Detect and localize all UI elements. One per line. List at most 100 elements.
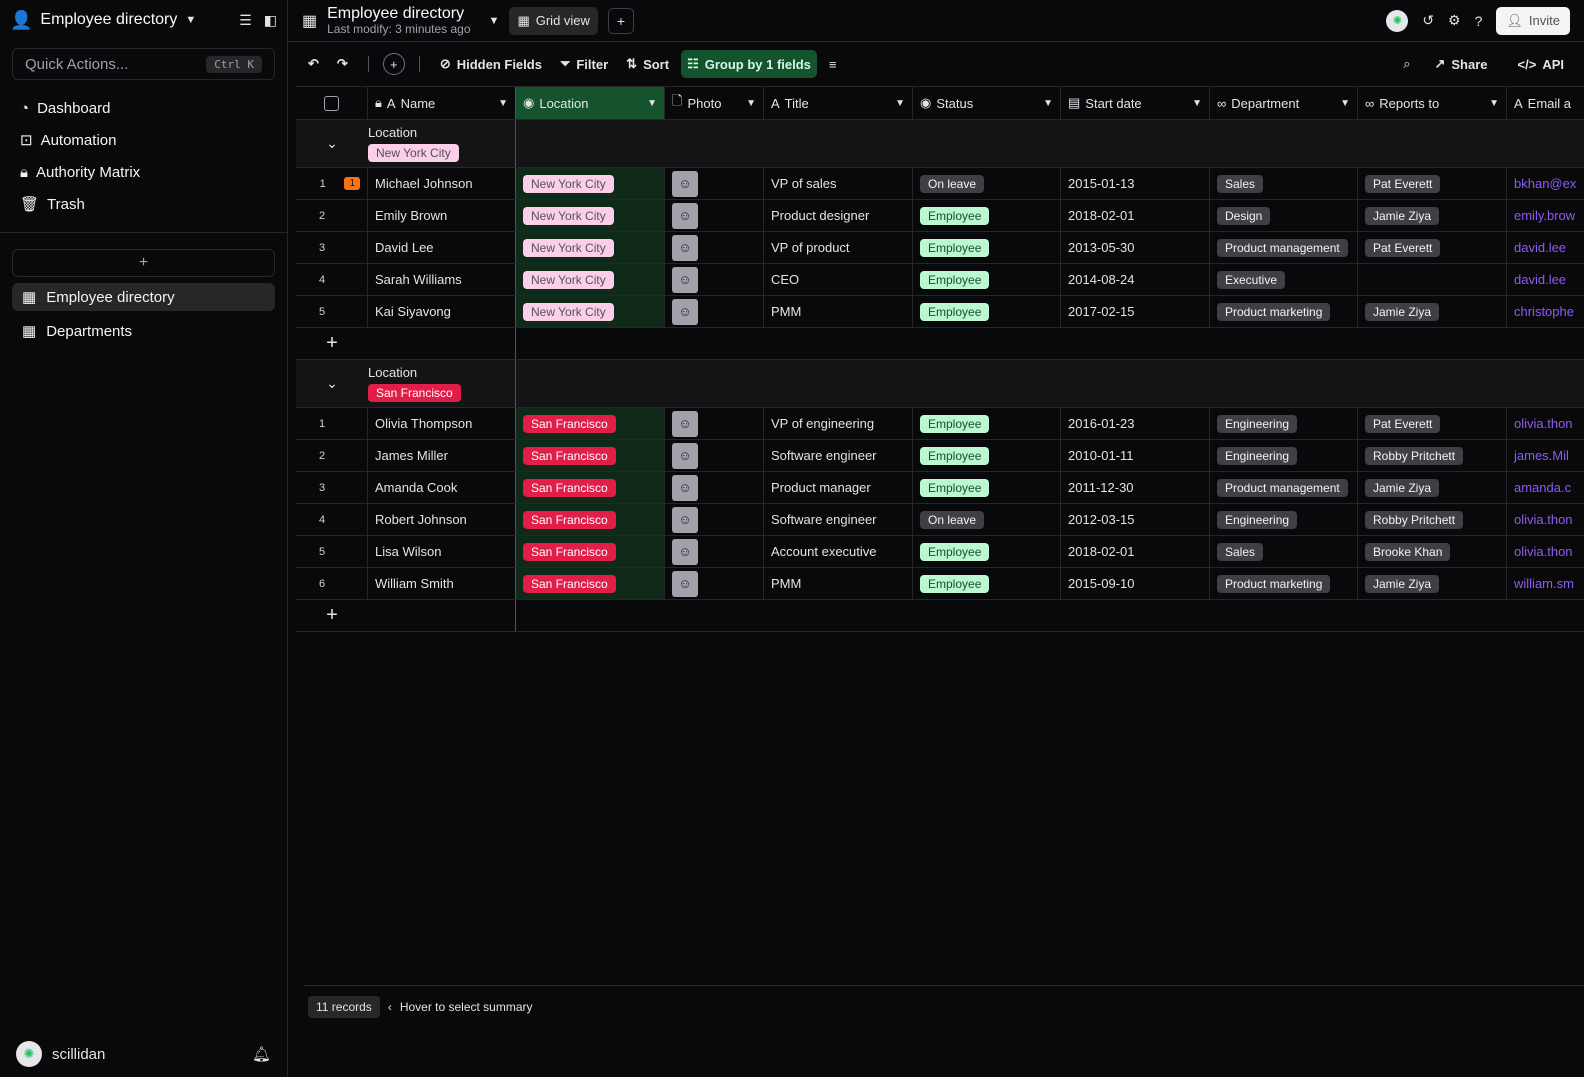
redo-button[interactable]: ↷: [331, 50, 354, 78]
api-button[interactable]: </> API: [1512, 50, 1570, 78]
photo-cell[interactable]: ☺: [665, 568, 764, 599]
search-icon[interactable]: ⌕: [1403, 56, 1410, 72]
chevron-down-icon[interactable]: ⌄: [296, 135, 368, 152]
table-row[interactable]: 3 Amanda Cook San Francisco ☺ Product manage…: [296, 472, 1584, 504]
row-height-button[interactable]: ≡: [823, 50, 843, 78]
add-record-button[interactable]: +: [382, 53, 405, 75]
photo-cell[interactable]: ☺: [665, 168, 764, 199]
table-row[interactable]: 2 Emily Brown New York City ☺ Product design…: [296, 200, 1584, 232]
undo-button[interactable]: ↶: [302, 50, 325, 78]
status-cell[interactable]: Employee: [913, 264, 1061, 295]
location-cell[interactable]: San Francisco: [516, 440, 665, 471]
username[interactable]: scillidan: [52, 1046, 105, 1063]
department-cell[interactable]: Product management: [1210, 232, 1358, 263]
reports-to-cell[interactable]: Jamie Ziya: [1358, 200, 1507, 231]
row-number-cell[interactable]: 5: [296, 536, 368, 567]
column-header-photo[interactable]: 🗋 Photo ▼: [665, 87, 764, 119]
location-cell[interactable]: New York City: [516, 168, 665, 199]
department-cell[interactable]: Engineering: [1210, 408, 1358, 439]
share-button[interactable]: ↗ Share: [1428, 50, 1493, 78]
reports-to-cell[interactable]: [1358, 264, 1507, 295]
employee-photo[interactable]: ☺: [672, 474, 698, 501]
employee-photo[interactable]: ☺: [672, 538, 698, 565]
employee-photo[interactable]: ☺: [672, 410, 698, 437]
email-cell[interactable]: amanda.c: [1507, 472, 1584, 503]
caret-down-icon[interactable]: ▼: [647, 98, 657, 109]
column-header-email[interactable]: A Email a: [1507, 87, 1584, 119]
status-cell[interactable]: Employee: [913, 440, 1061, 471]
employee-photo[interactable]: ☺: [672, 170, 698, 197]
email-cell[interactable]: christophe: [1507, 296, 1584, 327]
table-item-employee-directory[interactable]: ▦ Employee directory: [12, 283, 275, 311]
row-number-cell[interactable]: 3: [296, 232, 368, 263]
reports-to-cell[interactable]: Pat Everett: [1358, 168, 1507, 199]
name-cell[interactable]: David Lee: [368, 232, 516, 263]
quick-actions-input[interactable]: Quick Actions... Ctrl K: [12, 48, 275, 80]
start-date-cell[interactable]: 2011-12-30: [1061, 472, 1210, 503]
avatar[interactable]: ✺: [16, 1041, 42, 1067]
start-date-cell[interactable]: 2018-02-01: [1061, 200, 1210, 231]
base-avatar-icon[interactable]: 👤: [10, 10, 32, 31]
caret-down-icon[interactable]: ▼: [1192, 98, 1202, 109]
email-cell[interactable]: bkhan@ex: [1507, 168, 1584, 199]
reports-to-cell[interactable]: Brooke Khan: [1358, 536, 1507, 567]
record-count[interactable]: 11 records: [308, 995, 380, 1018]
status-cell[interactable]: Employee: [913, 296, 1061, 327]
title-cell[interactable]: Product manager: [764, 472, 913, 503]
start-date-cell[interactable]: 2018-02-01: [1061, 536, 1210, 567]
employee-photo[interactable]: ☺: [672, 298, 698, 325]
status-cell[interactable]: On leave: [913, 168, 1061, 199]
status-cell[interactable]: On leave: [913, 504, 1061, 535]
name-cell[interactable]: Kai Siyavong: [368, 296, 516, 327]
add-table-button[interactable]: +: [12, 249, 275, 277]
column-header-department[interactable]: ∞ Department ▼: [1210, 87, 1358, 119]
add-record-cell[interactable]: +: [296, 328, 516, 359]
column-header-title[interactable]: A Title ▼: [764, 87, 913, 119]
table-row[interactable]: 4 Sarah Williams New York City ☺ CEO Employee…: [296, 264, 1584, 296]
summary-hint[interactable]: Hover to select summary: [400, 1000, 533, 1014]
comment-count-badge[interactable]: 1: [344, 177, 360, 190]
view-tab-grid[interactable]: ▦ Grid view: [509, 6, 598, 35]
department-cell[interactable]: Product marketing: [1210, 568, 1358, 599]
status-cell[interactable]: Employee: [913, 232, 1061, 263]
table-row[interactable]: 3 David Lee New York City ☺ VP of product Emp…: [296, 232, 1584, 264]
email-cell[interactable]: william.sm: [1507, 568, 1584, 599]
sidebar-toggle-icon[interactable]: ◧: [264, 12, 277, 29]
status-cell[interactable]: Employee: [913, 472, 1061, 503]
sort-button[interactable]: ⇅ Sort: [620, 50, 675, 78]
filter-button[interactable]: ⏷ Filter: [554, 50, 614, 78]
chevron-down-icon[interactable]: ▼: [185, 14, 196, 26]
start-date-cell[interactable]: 2015-01-13: [1061, 168, 1210, 199]
photo-cell[interactable]: ☺: [665, 536, 764, 567]
title-cell[interactable]: Account executive: [764, 536, 913, 567]
add-record-cell[interactable]: +: [296, 600, 516, 631]
table-row[interactable]: 4 Robert Johnson San Francisco ☺ Software en…: [296, 504, 1584, 536]
location-cell[interactable]: San Francisco: [516, 536, 665, 567]
reports-to-cell[interactable]: Pat Everett: [1358, 232, 1507, 263]
table-row[interactable]: 5 Lisa Wilson San Francisco ☺ Account execut…: [296, 536, 1584, 568]
department-cell[interactable]: Engineering: [1210, 504, 1358, 535]
group-button[interactable]: ☷ Group by 1 fields: [681, 50, 817, 78]
plus-icon[interactable]: +: [296, 604, 368, 627]
employee-photo[interactable]: ☺: [672, 442, 698, 469]
start-date-cell[interactable]: 2013-05-30: [1061, 232, 1210, 263]
department-cell[interactable]: Sales: [1210, 536, 1358, 567]
start-date-cell[interactable]: 2017-02-15: [1061, 296, 1210, 327]
column-header-reports-to[interactable]: ∞ Reports to ▼: [1358, 87, 1507, 119]
row-number-cell[interactable]: 3: [296, 472, 368, 503]
title-cell[interactable]: CEO: [764, 264, 913, 295]
bell-icon[interactable]: 🔔︎: [252, 1045, 271, 1063]
invite-button[interactable]: 👤︎ Invite: [1496, 6, 1570, 35]
email-cell[interactable]: james.Mil: [1507, 440, 1584, 471]
caret-down-icon[interactable]: ▼: [746, 98, 756, 109]
location-cell[interactable]: San Francisco: [516, 472, 665, 503]
row-number-cell[interactable]: 1: [296, 408, 368, 439]
employee-photo[interactable]: ☺: [672, 506, 698, 533]
department-cell[interactable]: Product management: [1210, 472, 1358, 503]
name-cell[interactable]: Robert Johnson: [368, 504, 516, 535]
title-cell[interactable]: VP of sales: [764, 168, 913, 199]
location-cell[interactable]: New York City: [516, 200, 665, 231]
sidebar-item-trash[interactable]: 🗑︎ Trash: [0, 188, 287, 220]
collaborator-avatar[interactable]: ✺: [1386, 9, 1409, 32]
status-cell[interactable]: Employee: [913, 200, 1061, 231]
